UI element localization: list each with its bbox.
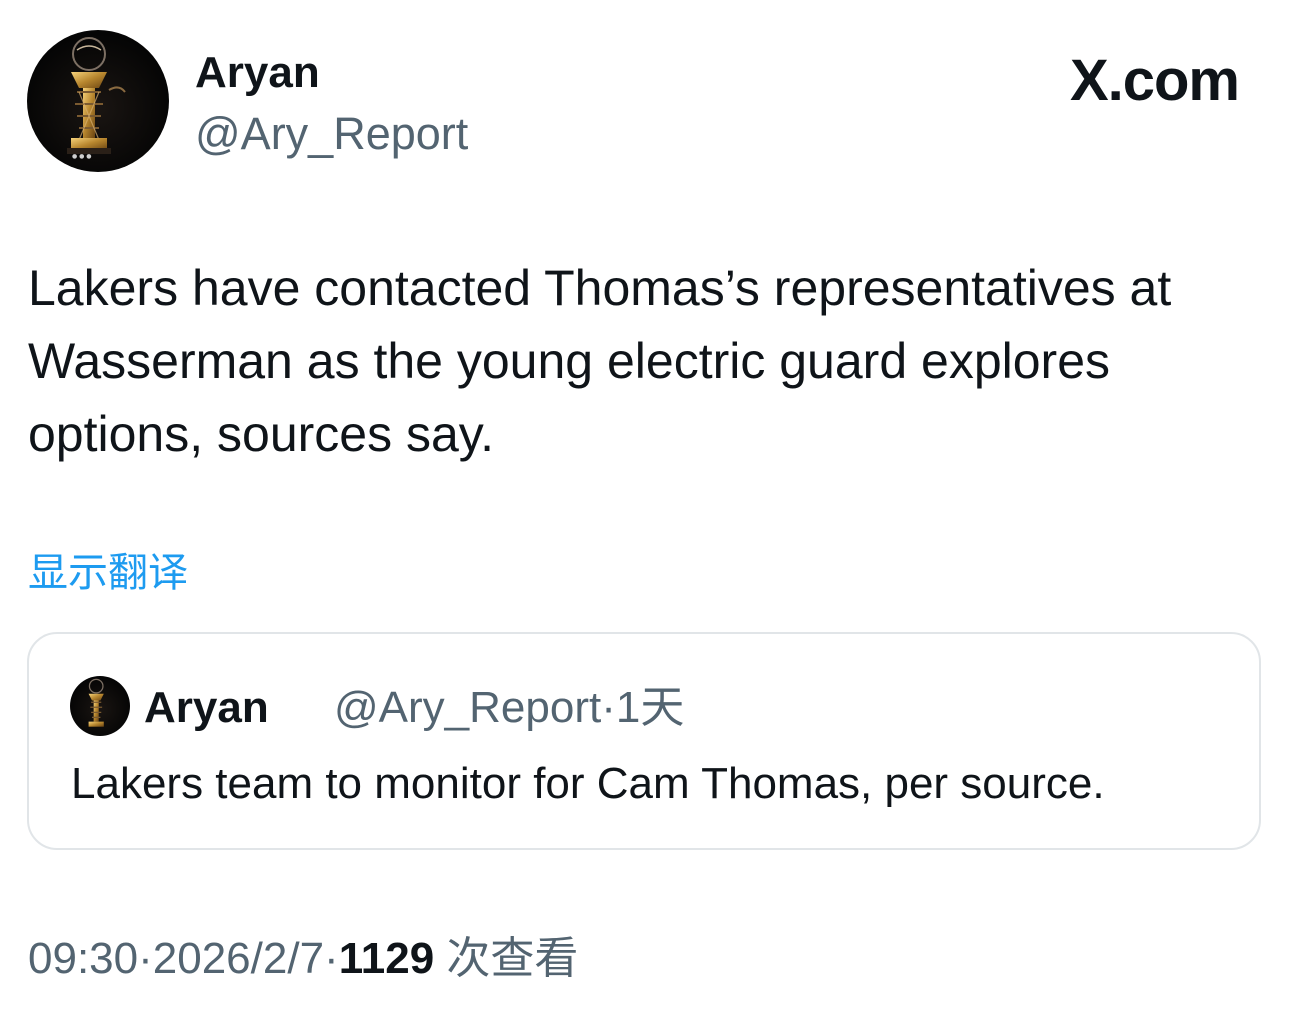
footer-separator: · bbox=[138, 934, 153, 983]
quoted-author-handle[interactable]: @Ary_Report bbox=[334, 683, 601, 732]
quoted-tweet-header: Aryan @Ary_Report·1天 bbox=[70, 676, 1170, 738]
show-translation-link[interactable]: 显示翻译 bbox=[28, 548, 188, 598]
meta-separator: · bbox=[601, 683, 616, 732]
trophy-avatar-icon bbox=[88, 678, 104, 727]
tweet-footer: 09:30·2026/2/7·1129 次查看 bbox=[28, 930, 578, 988]
author-handle[interactable]: @Ary_Report bbox=[195, 108, 468, 160]
tweet-header: ● ● ● Aryan @Ary_Report X.com bbox=[27, 30, 1263, 175]
author-display-name[interactable]: Aryan bbox=[195, 48, 320, 98]
quoted-tweet-card[interactable]: Aryan @Ary_Report·1天 Lakers team to moni… bbox=[27, 632, 1261, 850]
quoted-author-avatar[interactable] bbox=[70, 676, 130, 736]
trophy-avatar-icon: ● ● ● bbox=[67, 37, 126, 160]
footer-separator: · bbox=[324, 934, 339, 983]
tweet-text: Lakers have contacted Thomas’s represent… bbox=[28, 260, 1172, 462]
tweet-time[interactable]: 09:30 bbox=[28, 934, 138, 983]
quoted-tweet-meta: @Ary_Report·1天 bbox=[334, 680, 684, 736]
svg-text:● ● ●: ● ● ● bbox=[72, 153, 92, 160]
tweet-date[interactable]: 2026/2/7 bbox=[153, 934, 324, 983]
author-avatar[interactable]: ● ● ● bbox=[27, 30, 169, 172]
brand-logo: X.com bbox=[1069, 48, 1240, 113]
views-label: 次查看 bbox=[446, 934, 579, 983]
views-count: 1129 bbox=[338, 934, 435, 983]
quoted-tweet-text: Lakers team to monitor for Cam Thomas, p… bbox=[71, 759, 1105, 808]
quoted-tweet-time[interactable]: 1天 bbox=[616, 683, 684, 732]
quoted-author-display-name[interactable]: Aryan bbox=[144, 680, 269, 736]
